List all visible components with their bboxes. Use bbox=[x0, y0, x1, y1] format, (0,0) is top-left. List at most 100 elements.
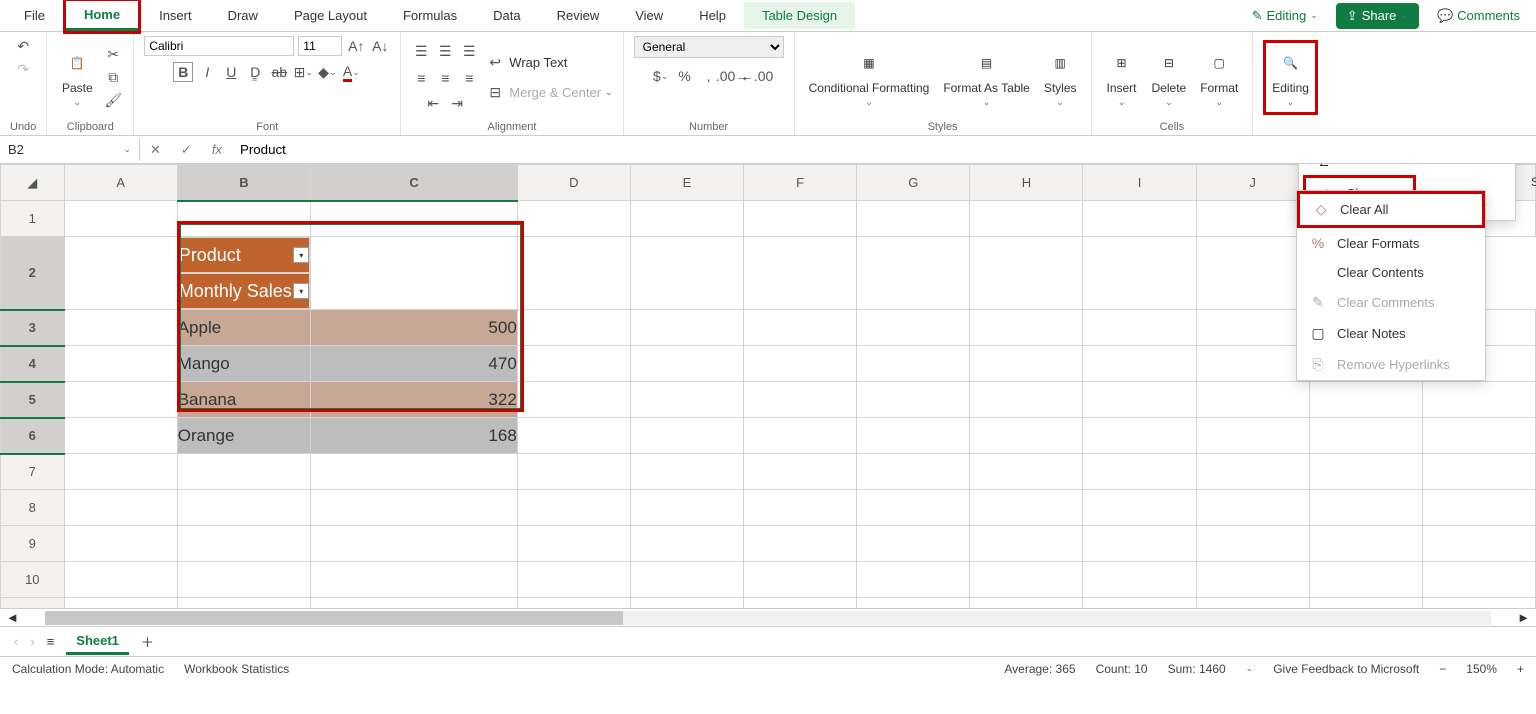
tab-page-layout[interactable]: Page Layout bbox=[276, 2, 385, 29]
table-cell[interactable]: 500 bbox=[311, 310, 518, 346]
align-right-icon[interactable]: ≡ bbox=[459, 68, 479, 88]
row-header[interactable]: 2 bbox=[1, 237, 65, 310]
clear-all-item[interactable]: ◇Clear All bbox=[1300, 194, 1482, 225]
wrap-text-button[interactable]: ↩ Wrap Text bbox=[485, 53, 567, 73]
italic-icon[interactable]: I bbox=[197, 62, 217, 82]
editing-mode-button[interactable]: ✎ Editing⌄ bbox=[1242, 4, 1328, 28]
cell-styles-button[interactable]: ▥ Styles⌄ bbox=[1040, 45, 1081, 110]
tab-help[interactable]: Help bbox=[681, 2, 744, 29]
decrease-font-icon[interactable]: A↓ bbox=[370, 36, 390, 56]
cancel-formula-icon[interactable]: ✕ bbox=[140, 142, 171, 158]
sheet-nav-next-icon[interactable]: › bbox=[30, 634, 34, 649]
name-box[interactable]: B2⌄ bbox=[0, 138, 140, 161]
editing-dropdown-button[interactable]: 🔍 Editing⌄ bbox=[1268, 45, 1313, 110]
tab-home[interactable]: Home bbox=[66, 1, 138, 31]
increase-indent-icon[interactable]: ⇥ bbox=[447, 94, 467, 114]
tab-data[interactable]: Data bbox=[475, 2, 538, 29]
row-header[interactable]: 10 bbox=[1, 562, 65, 598]
row-header[interactable]: 1 bbox=[1, 201, 65, 237]
bold-icon[interactable]: B bbox=[173, 62, 193, 82]
align-center-icon[interactable]: ≡ bbox=[435, 68, 455, 88]
format-as-table-button[interactable]: ▤ Format As Table⌄ bbox=[939, 45, 1033, 110]
filter-dropdown-icon[interactable]: ▾ bbox=[293, 283, 309, 299]
increase-font-icon[interactable]: A↑ bbox=[346, 36, 366, 56]
delete-cells-button[interactable]: ⊟ Delete⌄ bbox=[1148, 45, 1191, 110]
align-middle-icon[interactable]: ☰ bbox=[435, 42, 455, 62]
clear-notes-item[interactable]: ▢Clear Notes bbox=[1297, 318, 1485, 349]
tab-draw[interactable]: Draw bbox=[210, 2, 276, 29]
format-cells-button[interactable]: ▢ Format⌄ bbox=[1196, 45, 1242, 110]
all-sheets-icon[interactable]: ≡ bbox=[47, 634, 55, 649]
feedback-button[interactable]: Give Feedback to Microsoft bbox=[1273, 662, 1419, 676]
filter-dropdown-icon[interactable]: ▾ bbox=[293, 247, 309, 263]
autosum-button[interactable]: ∑AutoSum ⌄ bbox=[1303, 164, 1511, 173]
double-underline-icon[interactable]: D̳ bbox=[245, 62, 265, 82]
col-header[interactable]: H bbox=[970, 165, 1083, 201]
fill-color-icon[interactable]: ◆⌄ bbox=[317, 62, 337, 82]
table-header-cell[interactable]: Product▾ bbox=[178, 237, 311, 273]
decrease-indent-icon[interactable]: ⇤ bbox=[423, 94, 443, 114]
table-cell[interactable]: Mango bbox=[177, 346, 311, 382]
add-sheet-icon[interactable]: ＋ bbox=[141, 632, 154, 651]
formula-input[interactable] bbox=[232, 138, 1536, 161]
horizontal-scrollbar[interactable]: ◄ ► bbox=[0, 608, 1536, 626]
table-cell[interactable]: 168 bbox=[311, 418, 518, 454]
insert-cells-button[interactable]: ⊞ Insert⌄ bbox=[1102, 45, 1142, 110]
undo-icon[interactable]: ↶ bbox=[13, 36, 33, 56]
format-painter-icon[interactable]: 🖌 bbox=[103, 91, 123, 111]
select-all-corner[interactable]: ◢ bbox=[1, 165, 65, 201]
align-top-icon[interactable]: ☰ bbox=[411, 42, 431, 62]
table-cell[interactable]: Banana bbox=[177, 382, 311, 418]
enter-formula-icon[interactable]: ✓ bbox=[171, 142, 202, 158]
tab-formulas[interactable]: Formulas bbox=[385, 2, 475, 29]
row-header[interactable]: 8 bbox=[1, 490, 65, 526]
tab-file[interactable]: File bbox=[6, 2, 63, 29]
conditional-formatting-button[interactable]: ▦ Conditional Formatting⌄ bbox=[805, 45, 934, 110]
col-header[interactable]: I bbox=[1083, 165, 1196, 201]
sheet-tab[interactable]: Sheet1 bbox=[66, 629, 129, 655]
tab-table-design[interactable]: Table Design bbox=[744, 2, 855, 29]
table-cell[interactable]: 322 bbox=[311, 382, 518, 418]
comments-button[interactable]: 💬 Comments bbox=[1427, 4, 1530, 28]
decrease-decimal-icon[interactable]: ←.00 bbox=[747, 66, 767, 86]
redo-icon[interactable]: ↷ bbox=[13, 59, 33, 79]
row-header[interactable]: 11 bbox=[1, 598, 65, 609]
percent-icon[interactable]: % bbox=[675, 66, 695, 86]
col-header[interactable]: J bbox=[1196, 165, 1309, 201]
table-header-cell[interactable]: Monthly Sales▾ bbox=[178, 273, 311, 309]
sheet-nav-prev-icon[interactable]: ‹ bbox=[14, 634, 18, 649]
tab-review[interactable]: Review bbox=[539, 2, 618, 29]
row-header[interactable]: 6 bbox=[1, 418, 65, 454]
tab-view[interactable]: View bbox=[617, 2, 681, 29]
scroll-left-icon[interactable]: ◄ bbox=[0, 610, 25, 625]
tab-insert[interactable]: Insert bbox=[141, 2, 210, 29]
zoom-in-icon[interactable]: + bbox=[1517, 662, 1524, 676]
scroll-right-icon[interactable]: ► bbox=[1511, 610, 1536, 625]
col-header[interactable]: C bbox=[311, 165, 518, 201]
font-name-input[interactable] bbox=[144, 36, 294, 56]
table-cell[interactable]: Apple bbox=[177, 310, 311, 346]
workbook-stats-button[interactable]: Workbook Statistics bbox=[184, 662, 289, 676]
underline-icon[interactable]: U bbox=[221, 62, 241, 82]
col-header[interactable]: D bbox=[517, 165, 630, 201]
table-cell[interactable]: Orange bbox=[177, 418, 311, 454]
col-header[interactable]: B bbox=[177, 165, 311, 201]
font-color-icon[interactable]: A⌄ bbox=[341, 62, 361, 82]
number-format-select[interactable]: General bbox=[634, 36, 784, 58]
row-header[interactable]: 3 bbox=[1, 310, 65, 346]
share-button[interactable]: ⇪ Share⌄ bbox=[1336, 3, 1419, 29]
row-header[interactable]: 5 bbox=[1, 382, 65, 418]
row-header[interactable]: 9 bbox=[1, 526, 65, 562]
merge-center-button[interactable]: ⊟ Merge & Center⌄ bbox=[485, 83, 612, 103]
sort-filter-button[interactable]: ⧩Sort & bbox=[1527, 164, 1536, 191]
align-bottom-icon[interactable]: ☰ bbox=[459, 42, 479, 62]
fx-icon[interactable]: fx bbox=[202, 142, 232, 157]
row-header[interactable]: 4 bbox=[1, 346, 65, 382]
col-header[interactable]: F bbox=[744, 165, 857, 201]
borders-icon[interactable]: ⊞⌄ bbox=[293, 62, 313, 82]
paste-button[interactable]: 📋 Paste⌄ bbox=[57, 45, 97, 110]
spreadsheet-grid[interactable]: ◢ A B C D E F G H I J K L 1 2 Product▾ M… bbox=[0, 164, 1536, 608]
zoom-level[interactable]: 150% bbox=[1466, 662, 1497, 676]
clear-contents-item[interactable]: Clear Contents bbox=[1297, 258, 1485, 287]
strikethrough-icon[interactable]: ab bbox=[269, 62, 289, 82]
